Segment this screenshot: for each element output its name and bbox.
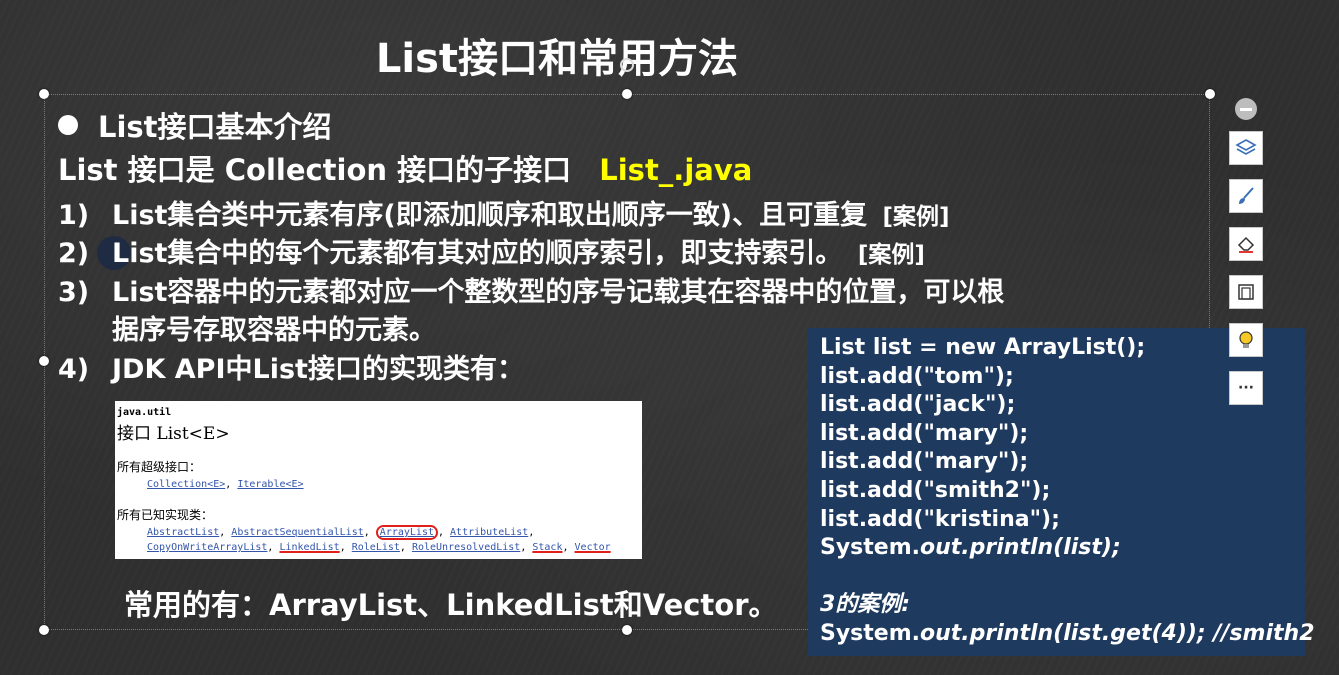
impl-classes-label: 所有已知实现类： bbox=[117, 508, 214, 522]
code-get-rest: out.println(list.get(4)); //smith2 bbox=[920, 620, 1315, 646]
code-print-rest: out.println(list); bbox=[920, 535, 1121, 561]
code-line: List list = new ArrayList(); bbox=[820, 335, 1146, 360]
frame-icon[interactable] bbox=[1229, 275, 1263, 309]
eraser-icon[interactable] bbox=[1229, 227, 1263, 261]
link-arraylist[interactable]: ArrayList bbox=[375, 525, 438, 540]
resize-handle-left[interactable] bbox=[39, 356, 49, 366]
code-line-print: System.out.println(list); bbox=[820, 534, 1293, 563]
javadoc-image: java.util 接口 List<E> 所有超级接口： Collection<… bbox=[115, 401, 642, 559]
list-item-1: 1) List集合类中元素有序(即添加顺序和取出顺序一致)、且可重复 [案例] bbox=[58, 193, 950, 232]
code-get-prefix: System. bbox=[820, 620, 920, 646]
code-line: list.add("smith2"); bbox=[820, 477, 1051, 503]
item-number: 1) bbox=[58, 200, 90, 231]
super-interfaces-list: Collection<E>, Iterable<E> bbox=[147, 479, 304, 490]
item-number: 2) bbox=[58, 238, 90, 269]
rotate-handle[interactable] bbox=[620, 58, 634, 72]
item-text: List容器中的元素都对应一个整数型的序号记载其在容器中的位置，可以根 bbox=[112, 277, 1005, 308]
item-tag: [案例] bbox=[857, 242, 925, 268]
intro-file-name: List_.java bbox=[599, 153, 753, 187]
minus-icon[interactable] bbox=[1235, 98, 1257, 120]
link-stack[interactable]: Stack bbox=[532, 542, 562, 553]
code-case-label: 3的案例: bbox=[820, 591, 1293, 620]
resize-handle-bottom-left[interactable] bbox=[39, 625, 49, 635]
list-item-3: 3) List容器中的元素都对应一个整数型的序号记载其在容器中的位置，可以根 bbox=[58, 270, 1004, 309]
link-rolelist[interactable]: RoleList bbox=[352, 542, 400, 553]
code-line: list.add("mary"); bbox=[820, 420, 1029, 446]
link-copyonwritearraylist[interactable]: CopyOnWriteArrayList bbox=[147, 542, 267, 553]
brush-icon[interactable] bbox=[1229, 179, 1263, 213]
bullet-icon bbox=[58, 115, 78, 135]
list-item-2: 2) List集合中的每个元素都有其对应的顺序索引，即支持索引。 [案例] bbox=[58, 231, 925, 270]
item-text: JDK API中List接口的实现类有： bbox=[112, 354, 524, 385]
common-impl-text: 常用的有：ArrayList、LinkedList和Vector。 bbox=[124, 588, 778, 622]
code-line: list.add("kristina"); bbox=[820, 506, 1060, 532]
item-text: 据序号存取容器中的元素。 bbox=[112, 315, 436, 346]
list-item-4: 4) JDK API中List接口的实现类有： bbox=[58, 347, 524, 386]
link-vector[interactable]: Vector bbox=[575, 542, 611, 553]
item-number: 3) bbox=[58, 277, 90, 308]
item-text: List集合类中元素有序(即添加顺序和取出顺序一致)、且可重复 bbox=[112, 200, 868, 231]
resize-handle-top-right[interactable] bbox=[1205, 89, 1215, 99]
impl-classes-list: AbstractList, AbstractSequentialList, Ar… bbox=[147, 525, 611, 553]
link-abstractsequentiallist[interactable]: AbstractSequentialList bbox=[231, 527, 363, 538]
layers-icon[interactable] bbox=[1229, 131, 1263, 165]
link-iterable[interactable]: Iterable<E> bbox=[237, 479, 303, 490]
code-line: list.add("jack"); bbox=[820, 392, 1016, 418]
link-roleunresolvedlist[interactable]: RoleUnresolvedList bbox=[412, 542, 520, 553]
list-item-3-cont: 据序号存取容器中的元素。 bbox=[58, 308, 436, 347]
package-name: java.util bbox=[117, 407, 172, 418]
item-tag: [案例] bbox=[882, 204, 950, 230]
lightbulb-icon[interactable] bbox=[1229, 323, 1263, 357]
link-linkedlist[interactable]: LinkedList bbox=[279, 542, 339, 553]
item-number: 4) bbox=[58, 354, 90, 385]
resize-handle-top-left[interactable] bbox=[39, 89, 49, 99]
code-line-get: System.out.println(list.get(4)); //smith… bbox=[820, 620, 1315, 649]
bullet-heading: List接口基本介绍 bbox=[58, 104, 332, 146]
bullet-heading-text: List接口基本介绍 bbox=[98, 110, 332, 144]
link-attributelist[interactable]: AttributeList bbox=[450, 527, 528, 538]
intro-line: List 接口是 Collection 接口的子接口 List_.java bbox=[58, 147, 752, 189]
link-abstractlist[interactable]: AbstractList bbox=[147, 527, 219, 538]
slide-title: List接口和常用方法 bbox=[375, 36, 739, 82]
interface-title: 接口 List<E> bbox=[117, 424, 230, 444]
more-icon[interactable]: ··· bbox=[1229, 371, 1263, 405]
link-collection[interactable]: Collection<E> bbox=[147, 479, 225, 490]
code-line: list.add("mary"); bbox=[820, 449, 1029, 475]
code-line: list.add("tom"); bbox=[820, 363, 1014, 389]
super-interfaces-label: 所有超级接口： bbox=[117, 460, 202, 474]
code-print-prefix: System. bbox=[820, 535, 920, 561]
resize-handle-top[interactable] bbox=[622, 89, 632, 99]
intro-text: List 接口是 Collection 接口的子接口 bbox=[58, 153, 572, 187]
case-label-text: 3的案例: bbox=[820, 592, 911, 618]
item-text: List集合中的每个元素都有其对应的顺序索引，即支持索引。 bbox=[112, 238, 843, 269]
resize-handle-bottom[interactable] bbox=[622, 625, 632, 635]
